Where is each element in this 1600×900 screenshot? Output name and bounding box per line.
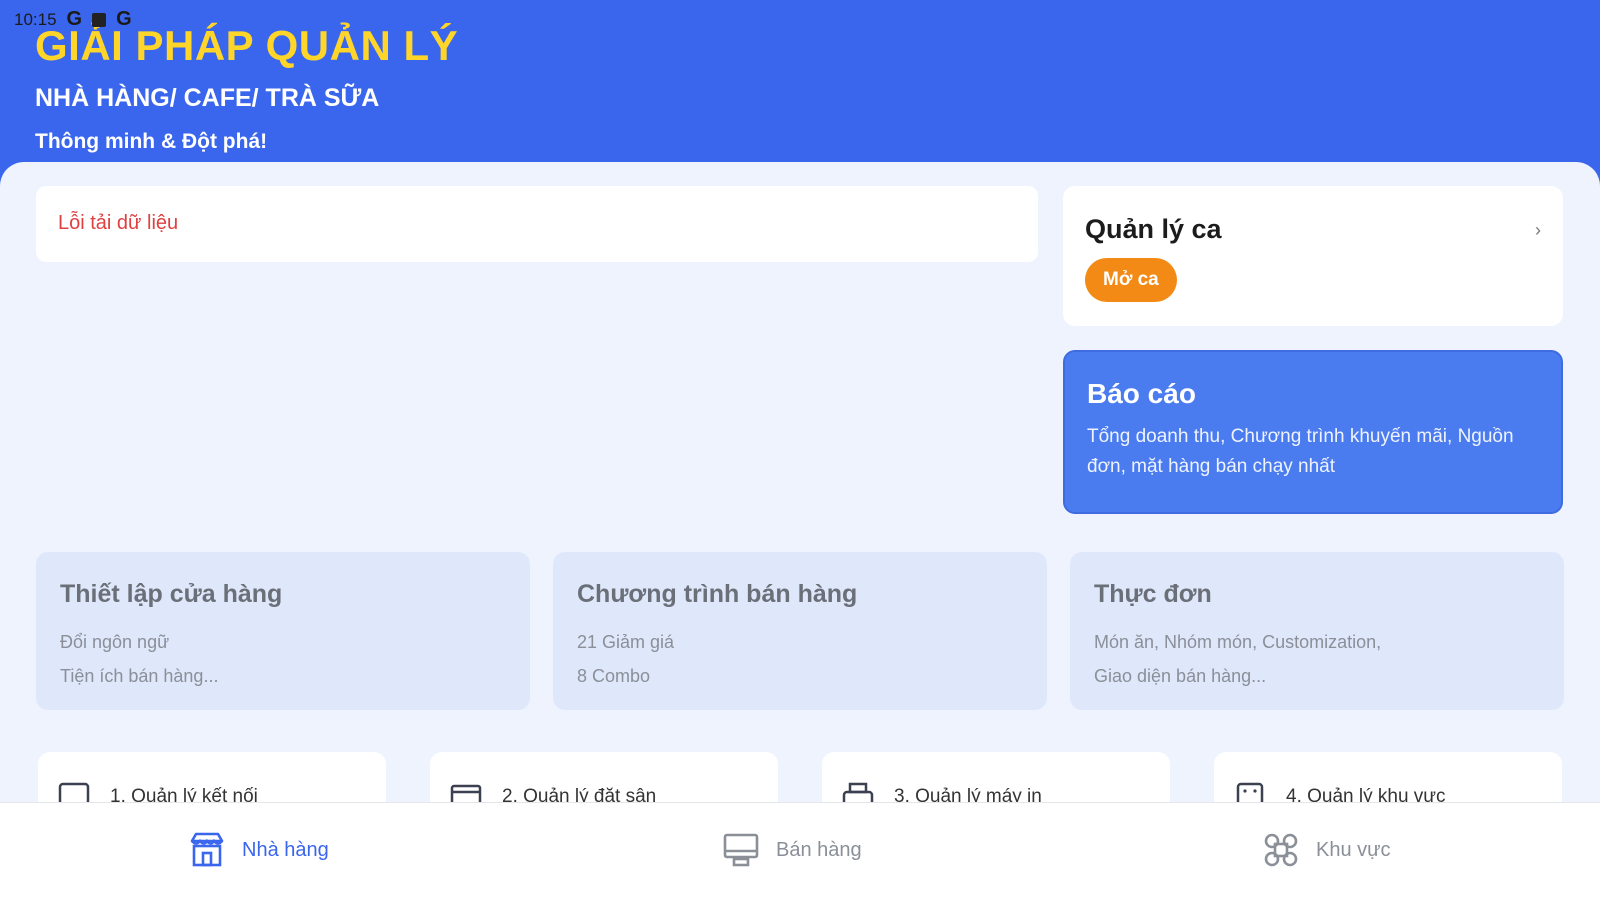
- feature-line: 8 Combo: [577, 666, 651, 686]
- shortcut-card-printer[interactable]: 3. Quản lý máy in: [822, 752, 1170, 802]
- device-icon: [58, 782, 90, 802]
- area-icon: [1236, 782, 1264, 802]
- google-icon-2: G: [116, 8, 132, 30]
- shortcut-card-connections[interactable]: 1. Quản lý kết nối: [38, 752, 386, 802]
- error-message: Lỗi tải dữ liệu: [58, 212, 179, 234]
- feature-title: Thiết lập cửa hàng: [60, 580, 283, 608]
- pos-icon: [723, 833, 759, 867]
- feature-title: Chương trình bán hàng: [577, 580, 858, 608]
- printer-icon: [842, 782, 874, 802]
- shortcut-card-area[interactable]: 4. Quản lý khu vực: [1214, 752, 1562, 802]
- shortcut-label: 1. Quản lý kết nối: [110, 786, 258, 802]
- feature-line: Giao diện bán hàng...: [1094, 666, 1267, 686]
- report-description: Tổng doanh thu, Chương trình khuyến mãi,…: [1087, 426, 1514, 477]
- area-grid-icon: [1264, 833, 1298, 867]
- shortcut-label: 4. Quản lý khu vực: [1286, 786, 1446, 802]
- feature-line: Tiện ích bán hàng...: [60, 666, 219, 686]
- feature-line: 21 Giảm giá: [577, 632, 675, 652]
- store-icon: [190, 832, 224, 867]
- shortcut-label: 2. Quản lý đặt sân: [502, 786, 657, 802]
- nav-tab-area[interactable]: Khu vực: [1262, 831, 1391, 869]
- main-content[interactable]: Lỗi tải dữ liệu Quản lý ca › Mở ca Báo c…: [0, 162, 1600, 802]
- feature-line: Món ăn, Nhóm món, Customization,: [1094, 632, 1382, 652]
- store-settings-card[interactable]: Thiết lập cửa hàng Đổi ngôn ngữ Tiện ích…: [36, 552, 530, 710]
- chevron-right-icon: ›: [1535, 220, 1541, 240]
- report-title: Báo cáo: [1087, 378, 1196, 409]
- notification-icon: [92, 12, 107, 27]
- nav-label: Khu vực: [1316, 838, 1391, 861]
- menu-card[interactable]: Thực đơn Món ăn, Nhóm món, Customization…: [1070, 552, 1564, 710]
- nav-tab-restaurant[interactable]: Nhà hàng: [188, 831, 329, 869]
- shift-title: Quản lý ca: [1085, 214, 1222, 244]
- status-bar: 10:15 G G: [14, 8, 132, 31]
- feature-title: Thực đơn: [1094, 580, 1212, 608]
- status-time: 10:15: [14, 9, 57, 29]
- report-card[interactable]: Báo cáo Tổng doanh thu, Chương trình khu…: [1063, 350, 1563, 514]
- feature-line: Đổi ngôn ngữ: [60, 632, 170, 652]
- open-shift-button[interactable]: Mở ca: [1085, 258, 1177, 302]
- nav-label: Bán hàng: [776, 838, 862, 861]
- brand-tagline: Thông minh & Đột phá!: [35, 130, 268, 153]
- shortcut-label: 3. Quản lý máy in: [894, 786, 1042, 802]
- google-icon: G: [66, 8, 83, 30]
- shift-management-card[interactable]: Quản lý ca › Mở ca: [1063, 186, 1563, 326]
- nav-label: Nhà hàng: [242, 838, 329, 861]
- bottom-navigation: Nhà hàng Bán hàng Khu vực: [0, 802, 1600, 900]
- shortcut-card-booking[interactable]: 2. Quản lý đặt sân: [430, 752, 778, 802]
- brand-subtitle: NHÀ HÀNG/ CAFE/ TRÀ SỮA: [35, 84, 380, 112]
- error-card: Lỗi tải dữ liệu: [36, 186, 1038, 262]
- nav-tab-sales[interactable]: Bán hàng: [722, 831, 862, 869]
- sales-program-card[interactable]: Chương trình bán hàng 21 Giảm giá 8 Comb…: [553, 552, 1047, 710]
- booking-icon: [450, 784, 482, 802]
